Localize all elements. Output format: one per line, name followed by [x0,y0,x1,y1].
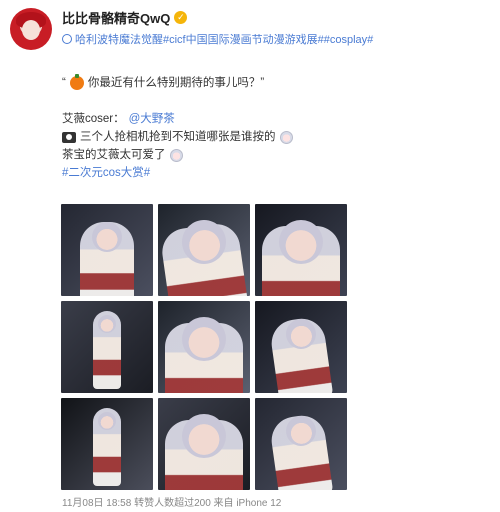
camera-icon [62,131,76,143]
comment-line: 茶宝的艾薇太可爱了 [62,146,482,164]
quote-line: “ 你最近有什么特别期待的事儿吗？” [62,74,482,92]
gallery-photo[interactable] [61,398,153,490]
face-emoji [279,130,293,144]
gallery-photo[interactable] [61,204,153,296]
role-prefix: 艾薇coser： [62,113,125,125]
topic-text[interactable]: 哈利波特魔法觉醒#cicf中国国际漫画节动漫游戏展##cosplay# [75,31,373,47]
camera-line: 三个人抢相机抢到不知道哪张是谁按的 [62,128,482,146]
photo-subject-head [182,414,226,458]
face-emoji [169,148,183,162]
quote-mark: “ [62,77,66,89]
gallery-photo[interactable] [158,204,250,296]
topic-links[interactable]: 哈利波特魔法觉醒#cicf中国国际漫画节动漫游戏展##cosplay# [62,31,373,47]
camera-text: 三个人抢相机抢到不知道哪张是谁按的 [80,131,276,143]
gallery-photo[interactable] [255,398,347,490]
user-meta: 比比骨骼精奇QwQ ✓ 哈利波特魔法觉醒#cicf中国国际漫画节动漫游戏展##c… [62,8,373,47]
quote-text: 你最近有什么特别期待的事儿吗？” [87,77,265,89]
photo-subject-head [92,222,122,252]
photo-subject-head [182,317,226,361]
gallery-photo[interactable] [158,301,250,393]
coser-line: 艾薇coser： @大野茶 [62,110,482,128]
pumpkin-emoji [69,74,84,90]
photo-grid [61,204,347,490]
comment-text: 茶宝的艾薇太可爱了 [62,149,166,161]
post-header: 比比骨骼精奇QwQ ✓ 哈利波特魔法觉醒#cicf中国国际漫画节动漫游戏展##c… [10,8,373,50]
hashtag-link[interactable]: #二次元cos大赏# [62,164,150,182]
post-footer: 11月08日 18:58 转赞人数超过200 来自 iPhone 12 [62,498,282,509]
gallery-photo[interactable] [255,204,347,296]
name-row: 比比骨骼精奇QwQ ✓ [62,8,373,26]
photo-subject-head [98,412,116,430]
topic-icon [62,34,72,44]
verified-icon: ✓ [174,10,188,24]
coser-link[interactable]: @大野茶 [129,110,175,128]
post-content: “ 你最近有什么特别期待的事儿吗？” 艾薇coser： @大野茶 三个人抢相机抢… [62,74,482,182]
gallery-photo[interactable] [61,301,153,393]
photo-subject-head [98,315,116,333]
avatar-face [22,20,40,40]
tag-line: #二次元cos大赏# [62,164,482,182]
avatar[interactable] [10,8,52,50]
gallery-photo[interactable] [255,301,347,393]
username[interactable]: 比比骨骼精奇QwQ [62,8,170,27]
photo-subject-head [279,220,323,264]
gallery-photo[interactable] [158,398,250,490]
